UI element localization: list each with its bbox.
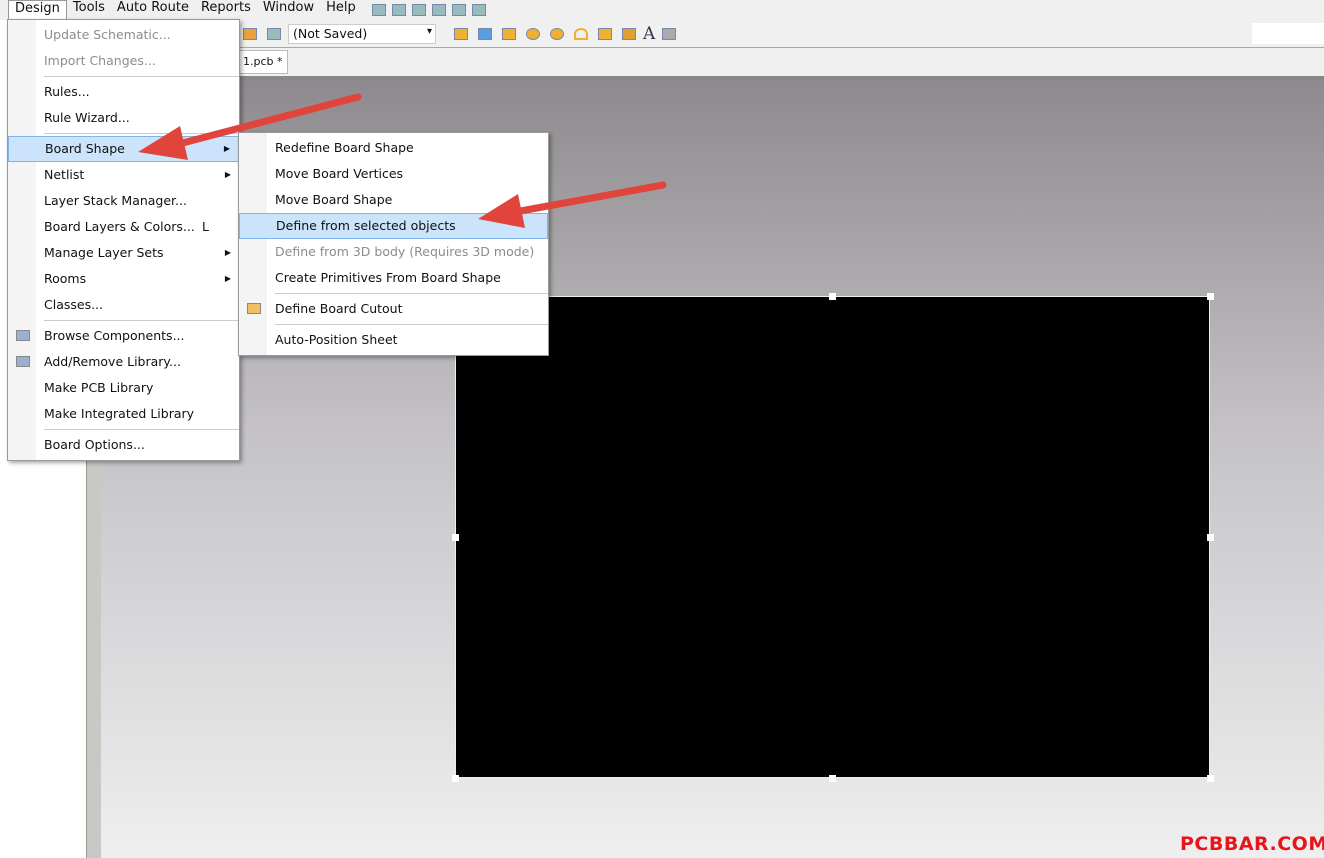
red-arrow-icon [478, 181, 667, 228]
annotation-arrows [138, 93, 667, 228]
red-arrow-icon [138, 93, 362, 160]
watermark: PCBBAR.COM [1180, 833, 1324, 855]
